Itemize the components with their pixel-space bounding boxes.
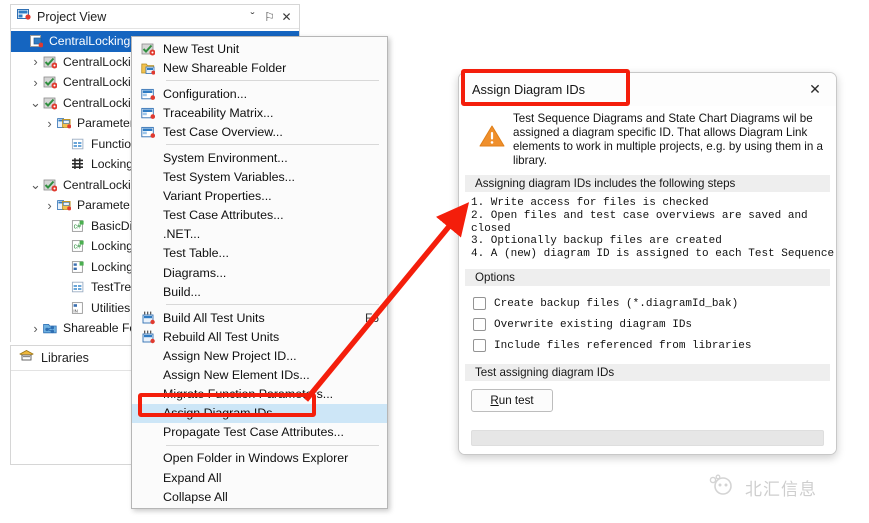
dialog-warning-text: Test Sequence Diagrams and State Chart D… bbox=[513, 112, 823, 168]
libraries-icon bbox=[19, 349, 34, 367]
build-all-icon bbox=[132, 311, 163, 325]
test-case-overview-icon bbox=[132, 125, 163, 139]
configuration-icon bbox=[140, 87, 156, 101]
parameter-folder-icon bbox=[56, 116, 72, 130]
menu-item[interactable]: Propagate Test Case Attributes... bbox=[132, 423, 387, 442]
traceability-matrix-icon bbox=[140, 106, 156, 120]
tree-item-label: Shareable Fol bbox=[63, 321, 139, 336]
menu-item-label: Expand All bbox=[163, 470, 222, 485]
watermark: 北汇信息 bbox=[708, 474, 817, 501]
new-test-unit-icon bbox=[132, 42, 163, 56]
test-tree-icon bbox=[70, 280, 86, 294]
test-section-header: Test assigning diagram IDs bbox=[465, 364, 830, 382]
menu-item[interactable]: Open Folder in Windows Explorer bbox=[132, 449, 387, 468]
option-label: Overwrite existing diagram IDs bbox=[494, 318, 693, 331]
option-row[interactable]: Overwrite existing diagram IDs bbox=[473, 314, 836, 335]
rebuild-all-icon bbox=[140, 330, 156, 344]
watermark-text: 北汇信息 bbox=[745, 480, 817, 500]
run-test-label: un test bbox=[498, 394, 534, 408]
signal-icon bbox=[70, 157, 86, 171]
test-unit-icon bbox=[42, 55, 58, 69]
chevron-down-icon[interactable]: ⌄ bbox=[29, 96, 42, 109]
red-arrow-menu-to-dialog bbox=[303, 202, 470, 402]
options-section-header: Options bbox=[465, 269, 830, 287]
rebuild-all-icon bbox=[132, 330, 163, 344]
configuration-icon bbox=[132, 87, 163, 101]
steps-text: 1. Write access for files is checked 2. … bbox=[471, 197, 835, 260]
tree-item-label: Paramete bbox=[77, 198, 130, 213]
tree-item-label: Parameter bbox=[77, 116, 134, 131]
utilities-file-icon: IN bbox=[70, 301, 86, 315]
close-icon[interactable]: ✕ bbox=[804, 79, 826, 101]
menu-item-label: New Shareable Folder bbox=[163, 60, 287, 75]
new-test-unit-icon bbox=[140, 42, 156, 56]
new-shareable-folder-icon bbox=[140, 61, 156, 75]
libraries-title: Libraries bbox=[41, 351, 89, 365]
chevron-right-icon[interactable]: › bbox=[43, 198, 56, 213]
chevron-right-icon[interactable]: › bbox=[29, 75, 42, 90]
chevron-down-icon[interactable]: ⌄ bbox=[29, 178, 42, 191]
project-view-title: Project View bbox=[37, 9, 107, 24]
function-list-icon bbox=[70, 137, 86, 151]
menu-item-label: Configuration... bbox=[163, 86, 248, 101]
project-view-icon bbox=[17, 8, 31, 26]
watermark-logo-icon bbox=[708, 474, 738, 501]
csharp-file-icon: c# bbox=[70, 239, 86, 253]
project-view-titlebar: Project View ˇ ⚐ ✕ bbox=[11, 5, 299, 29]
chevron-right-icon[interactable]: › bbox=[29, 54, 42, 69]
dialog-body: Test Sequence Diagrams and State Chart D… bbox=[459, 106, 836, 454]
run-test-accel: R bbox=[490, 394, 499, 408]
option-row[interactable]: Create backup files (*.diagramId_bak) bbox=[473, 293, 836, 314]
new-shareable-folder-icon bbox=[132, 61, 163, 75]
option-label: Create backup files (*.diagramId_bak) bbox=[494, 297, 739, 310]
run-test-row: Run test bbox=[459, 381, 836, 421]
chevron-right-icon[interactable]: › bbox=[29, 321, 42, 336]
menu-item-label: Collapse All bbox=[163, 489, 228, 504]
chevron-down-icon[interactable]: ˇ bbox=[244, 8, 261, 25]
option-label: Include files referenced from libraries bbox=[494, 339, 752, 352]
red-highlight-box-dialog-title bbox=[461, 69, 630, 106]
build-all-icon bbox=[140, 311, 156, 325]
diagram-file-icon bbox=[70, 260, 86, 274]
chevron-right-icon[interactable]: › bbox=[43, 116, 56, 131]
test-unit-icon bbox=[42, 75, 58, 89]
menu-item[interactable]: New Shareable Folder bbox=[132, 58, 387, 77]
progress-bar bbox=[471, 430, 824, 447]
menu-item-label: Propagate Test Case Attributes... bbox=[163, 425, 344, 440]
assign-diagram-ids-dialog: Assign Diagram IDs ✕ Test Sequence Diagr… bbox=[458, 72, 837, 455]
pin-icon[interactable]: ⚐ bbox=[261, 8, 278, 25]
menu-separator bbox=[166, 444, 379, 446]
option-row[interactable]: Include files referenced from libraries bbox=[473, 335, 836, 356]
csharp-file-icon: c# bbox=[70, 219, 86, 233]
svg-text:IN: IN bbox=[73, 308, 77, 313]
test-unit-icon bbox=[42, 178, 58, 192]
close-icon[interactable]: ✕ bbox=[278, 8, 295, 25]
menu-item-label: Open Folder in Windows Explorer bbox=[163, 451, 349, 466]
menu-item[interactable]: Collapse All bbox=[132, 487, 387, 506]
traceability-matrix-icon bbox=[132, 106, 163, 120]
menu-separator bbox=[166, 80, 379, 82]
test-unit-icon bbox=[42, 96, 58, 110]
menu-item[interactable]: Expand All bbox=[132, 468, 387, 487]
menu-item[interactable]: New Test Unit bbox=[132, 39, 387, 58]
project-node-icon bbox=[28, 34, 44, 48]
options-list[interactable]: Create backup files (*.diagramId_bak) Ove… bbox=[459, 286, 836, 361]
warning-row: Test Sequence Diagrams and State Chart D… bbox=[459, 106, 836, 172]
parameter-folder-icon bbox=[56, 198, 72, 212]
test-case-overview-icon bbox=[140, 125, 156, 139]
run-test-button[interactable]: Run test bbox=[471, 389, 553, 413]
dialog-footer: Start Close bbox=[459, 446, 836, 454]
steps-section-header: Assigning diagram IDs includes the follo… bbox=[465, 175, 830, 193]
shareable-folder-icon bbox=[42, 321, 58, 335]
menu-item-label: New Test Unit bbox=[163, 41, 240, 56]
